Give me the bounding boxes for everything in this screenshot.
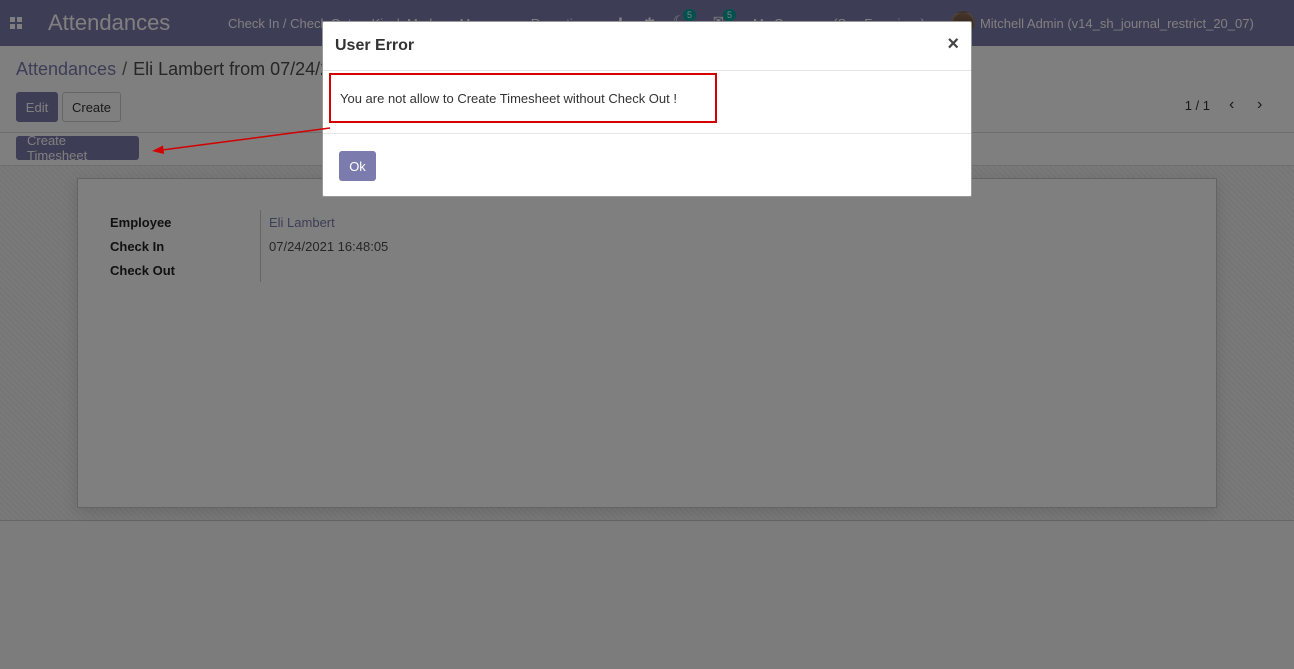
annotation-arrow [152, 127, 331, 154]
